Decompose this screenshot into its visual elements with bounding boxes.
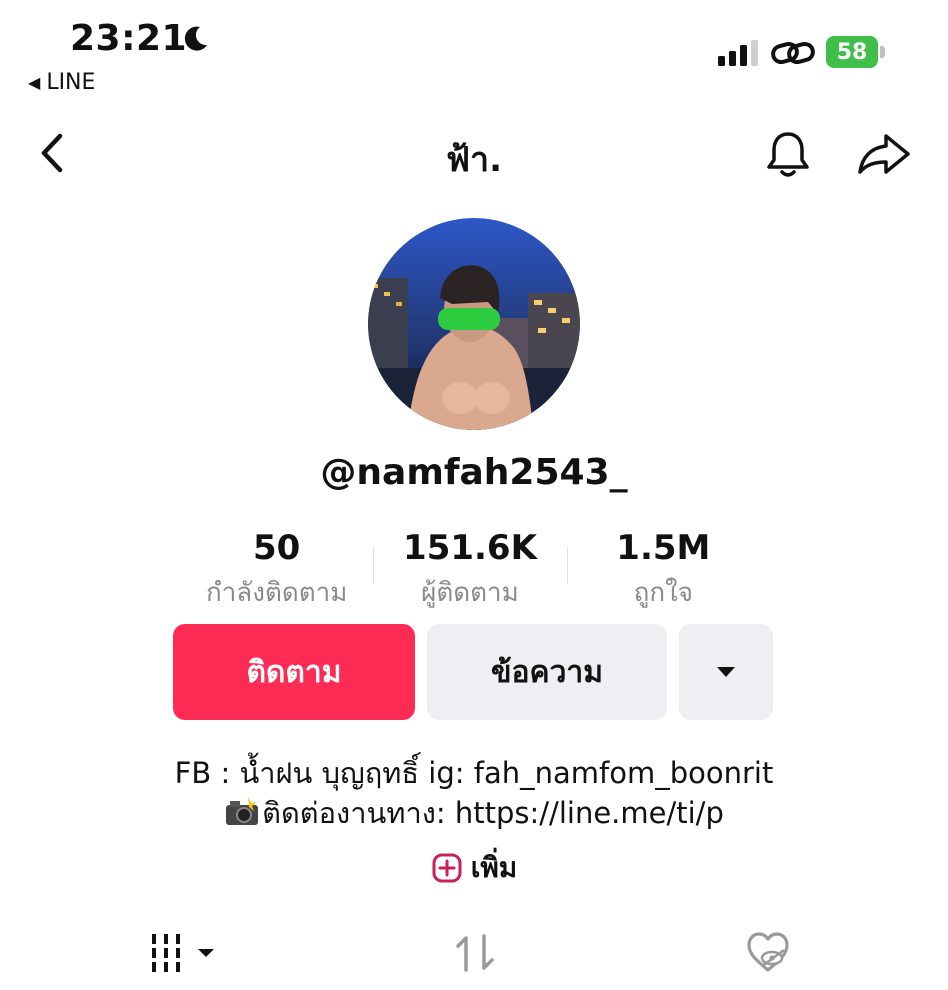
stat-followers[interactable]: 151.6K ผู้ติดตาม (373, 528, 566, 608)
stat-following[interactable]: 50 กำลังติดตาม (180, 528, 373, 608)
add-more-label: เพิ่ม (470, 851, 518, 884)
bio-line: ติดต่องานทาง: https://line.me/ti/p (0, 790, 948, 836)
stat-value: 1.5M (616, 528, 711, 568)
stat-label: ถูกใจ (633, 578, 694, 608)
add-more-link[interactable]: เพิ่ม (0, 846, 948, 890)
bio-contact-text: ติดต่องานทาง: https://line.me/ti/p (262, 796, 724, 830)
stat-label: กำลังติดตาม (205, 578, 348, 608)
suggestions-dropdown-button[interactable] (679, 624, 773, 720)
message-button[interactable]: ข้อความ (427, 624, 667, 720)
back-triangle-icon: ◀ (28, 73, 41, 92)
grid-icon[interactable] (150, 930, 220, 976)
link-icon (771, 41, 815, 65)
stat-value: 50 (253, 528, 301, 568)
liked-hidden-icon[interactable] (746, 930, 790, 976)
repost-icon[interactable] (452, 930, 498, 976)
plus-square-icon (432, 853, 462, 883)
avatar[interactable] (368, 218, 580, 430)
follow-button[interactable]: ติดตาม (173, 624, 415, 720)
profile-stats: 50 กำลังติดตาม 151.6K ผู้ติดตาม 1.5M ถูก… (180, 528, 760, 608)
share-icon[interactable] (856, 130, 912, 178)
bell-icon[interactable] (762, 128, 814, 180)
battery-icon: 58 (826, 36, 886, 68)
status-time: 23:21 (70, 18, 188, 59)
dropdown-caret-icon (717, 667, 735, 677)
back-app-label: LINE (46, 70, 96, 95)
signal-icon (718, 40, 758, 66)
stat-value: 151.6K (403, 528, 537, 568)
username: @namfah2543_ (320, 452, 628, 493)
moon-icon (184, 26, 207, 51)
camera-flash-icon (226, 797, 259, 825)
stat-likes[interactable]: 1.5M ถูกใจ (566, 528, 760, 608)
battery-level: 58 (826, 36, 878, 68)
stat-label: ผู้ติดตาม (421, 578, 519, 608)
back-to-app[interactable]: ◀ LINE (28, 70, 95, 95)
